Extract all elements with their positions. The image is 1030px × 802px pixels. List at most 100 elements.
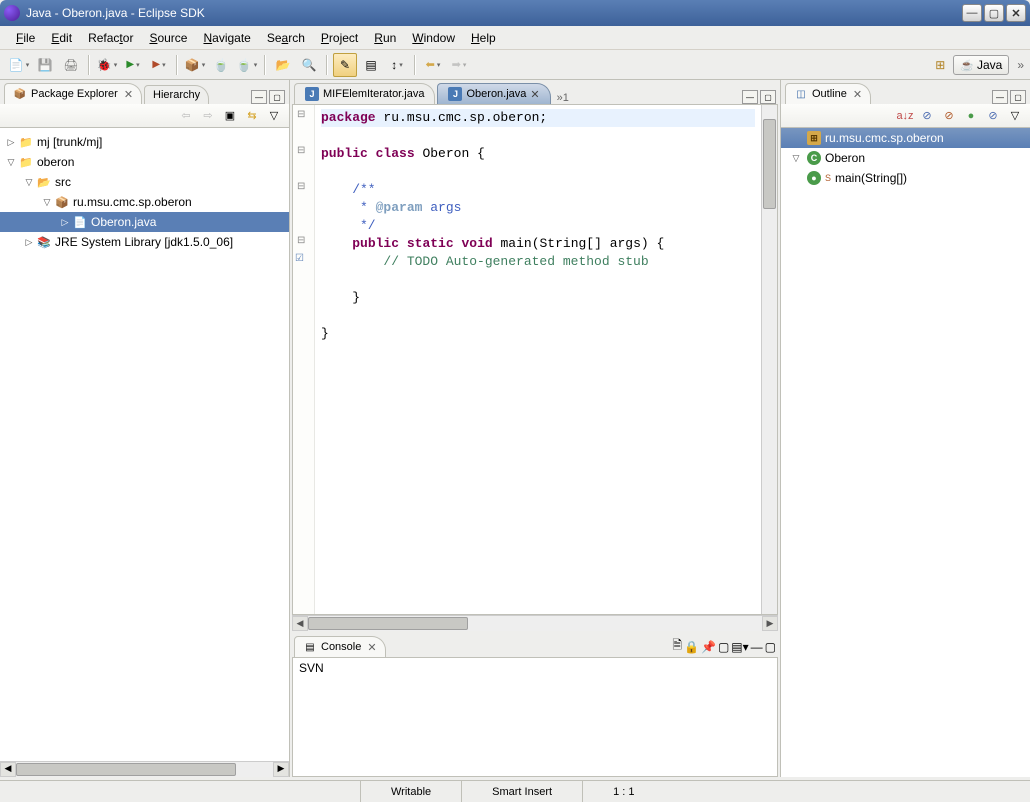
open-type-button[interactable] bbox=[271, 53, 295, 77]
forward-button[interactable] bbox=[447, 53, 471, 77]
fold-minus-icon[interactable]: ⊟ bbox=[297, 145, 309, 157]
code-area[interactable]: package ru.msu.cmc.sp.oberon; public cla… bbox=[315, 105, 761, 614]
menu-run[interactable]: Run bbox=[366, 28, 404, 48]
collapse-all-icon[interactable]: ▣ bbox=[221, 107, 239, 125]
toggle-mark-button[interactable]: ✎ bbox=[333, 53, 357, 77]
menu-navigate[interactable]: Navigate bbox=[195, 28, 258, 48]
console-pin-icon[interactable]: 📌 bbox=[701, 640, 716, 654]
run-external-button[interactable] bbox=[147, 53, 171, 77]
package-explorer-tree[interactable]: ▷📁mj [trunk/mj]▽📁oberon▽📂src▽📦ru.msu.cmc… bbox=[0, 128, 289, 761]
minimize-button[interactable]: — bbox=[962, 4, 982, 22]
task-marker-icon[interactable]: ☑ bbox=[295, 253, 307, 265]
annotation-button[interactable]: ▤ bbox=[359, 53, 383, 77]
console-open-icon[interactable]: ▤▾ bbox=[731, 640, 748, 654]
tab-package-explorer[interactable]: 📦 Package Explorer ✕ bbox=[4, 83, 142, 104]
run-button[interactable] bbox=[121, 53, 145, 77]
hide-local-icon[interactable]: ⊘ bbox=[984, 107, 1002, 125]
new-type-button[interactable] bbox=[209, 53, 233, 77]
tree-node[interactable]: ▷📄Oberon.java bbox=[0, 212, 289, 232]
new-package-button[interactable] bbox=[183, 53, 207, 77]
toolbar-overflow[interactable]: » bbox=[1017, 58, 1024, 72]
tree-node[interactable]: ▽📁oberon bbox=[0, 152, 289, 172]
close-icon[interactable]: ✕ bbox=[124, 88, 133, 101]
editor-gutter[interactable]: ⊟ ⊟ ⊟ ⊟ ☑ bbox=[293, 105, 315, 614]
fold-minus-icon[interactable]: ⊟ bbox=[297, 109, 309, 121]
tab-console[interactable]: ▤ Console ✕ bbox=[294, 636, 386, 657]
maximize-view-button[interactable]: ▢ bbox=[269, 90, 285, 104]
menu-window[interactable]: Window bbox=[404, 28, 463, 48]
v-scrollbar[interactable] bbox=[761, 105, 777, 614]
new-button[interactable] bbox=[7, 53, 31, 77]
code-editor[interactable]: ⊟ ⊟ ⊟ ⊟ ☑ package ru.msu.cmc.sp.oberon; … bbox=[292, 104, 778, 615]
maximize-console-button[interactable]: ▢ bbox=[765, 640, 776, 654]
tree-node[interactable]: ▷📁mj [trunk/mj] bbox=[0, 132, 289, 152]
hide-static-icon[interactable]: ⊘ bbox=[940, 107, 958, 125]
tree-node[interactable]: ▽📂src bbox=[0, 172, 289, 192]
hide-fields-icon[interactable]: ⊘ bbox=[918, 107, 936, 125]
editor-tab-overflow[interactable]: »1 bbox=[557, 92, 569, 104]
menu-edit[interactable]: Edit bbox=[43, 28, 80, 48]
editor-h-scrollbar[interactable]: ◀▶ bbox=[292, 615, 778, 631]
open-perspective-button[interactable] bbox=[928, 53, 952, 77]
console-output[interactable]: SVN bbox=[292, 657, 778, 777]
editor-tab-mifelemiterator[interactable]: J MIFElemIterator.java bbox=[294, 83, 435, 104]
new-class-button[interactable] bbox=[235, 53, 259, 77]
maximize-editor-button[interactable]: ▢ bbox=[760, 90, 776, 104]
expand-arrow-icon[interactable]: ▽ bbox=[22, 177, 36, 188]
close-icon[interactable]: ✕ bbox=[530, 88, 539, 101]
expand-arrow-icon[interactable]: ▽ bbox=[40, 197, 54, 208]
back-button[interactable] bbox=[421, 53, 445, 77]
minimize-outline-button[interactable]: — bbox=[992, 90, 1008, 104]
expand-arrow-icon[interactable]: ▽ bbox=[789, 153, 803, 164]
minimize-console-button[interactable]: — bbox=[751, 640, 763, 654]
sort-icon[interactable]: a↓z bbox=[896, 107, 914, 125]
expand-arrow-icon[interactable]: ▽ bbox=[4, 157, 18, 168]
menu-refactor[interactable]: Refactor bbox=[80, 28, 141, 48]
status-cursor-pos: 1 : 1 bbox=[582, 781, 664, 802]
console-display-icon[interactable]: ▢ bbox=[718, 640, 729, 654]
last-edit-button[interactable]: ↕ bbox=[385, 53, 409, 77]
expand-arrow-icon[interactable]: ▷ bbox=[22, 237, 36, 248]
pkg-icon: ⊞ bbox=[807, 131, 821, 145]
outline-tree[interactable]: ⊞ru.msu.cmc.sp.oberon▽COberon●Smain(Stri… bbox=[781, 128, 1030, 777]
forward-nav-icon[interactable]: ⇨ bbox=[199, 107, 217, 125]
outline-node[interactable]: ●Smain(String[]) bbox=[781, 168, 1030, 188]
view-menu-icon[interactable]: ▽ bbox=[1006, 107, 1024, 125]
menu-project[interactable]: Project bbox=[313, 28, 366, 48]
menu-file[interactable]: File bbox=[8, 28, 43, 48]
close-button[interactable]: ✕ bbox=[1006, 4, 1026, 22]
package-explorer-toolbar: ⇦ ⇨ ▣ ⇆ ▽ bbox=[0, 104, 289, 128]
expand-arrow-icon[interactable]: ▷ bbox=[58, 217, 72, 228]
tree-node[interactable]: ▽📦ru.msu.cmc.sp.oberon bbox=[0, 192, 289, 212]
menu-search[interactable]: Search bbox=[259, 28, 313, 48]
close-icon[interactable]: ✕ bbox=[853, 88, 862, 101]
save-button[interactable] bbox=[33, 53, 57, 77]
view-menu-icon[interactable]: ▽ bbox=[265, 107, 283, 125]
outline-node[interactable]: ▽COberon bbox=[781, 148, 1030, 168]
menu-source[interactable]: Source bbox=[141, 28, 195, 48]
maximize-button[interactable]: ▢ bbox=[984, 4, 1004, 22]
outline-node[interactable]: ⊞ru.msu.cmc.sp.oberon bbox=[781, 128, 1030, 148]
console-clear-icon[interactable]: 🗎 bbox=[672, 636, 682, 657]
fold-minus-icon[interactable]: ⊟ bbox=[297, 181, 309, 193]
debug-button[interactable] bbox=[95, 53, 119, 77]
minimize-view-button[interactable]: — bbox=[251, 90, 267, 104]
menu-help[interactable]: Help bbox=[463, 28, 504, 48]
back-nav-icon[interactable]: ⇦ bbox=[177, 107, 195, 125]
console-scroll-lock-icon[interactable]: 🔒 bbox=[684, 640, 699, 654]
close-icon[interactable]: ✕ bbox=[367, 641, 376, 654]
tab-hierarchy[interactable]: Hierarchy bbox=[144, 85, 209, 104]
expand-arrow-icon[interactable]: ▷ bbox=[4, 137, 18, 148]
tree-node[interactable]: ▷📚JRE System Library [jdk1.5.0_06] bbox=[0, 232, 289, 252]
link-editor-icon[interactable]: ⇆ bbox=[243, 107, 261, 125]
hide-nonpublic-icon[interactable]: ● bbox=[962, 107, 980, 125]
print-button[interactable] bbox=[59, 53, 83, 77]
h-scrollbar[interactable]: ◀ ▶ bbox=[0, 761, 289, 777]
tab-outline[interactable]: ◫ Outline ✕ bbox=[785, 83, 871, 104]
minimize-editor-button[interactable]: — bbox=[742, 90, 758, 104]
editor-tab-oberon[interactable]: J Oberon.java ✕ bbox=[437, 83, 550, 104]
perspective-java[interactable]: Java bbox=[953, 55, 1009, 75]
fold-minus-icon[interactable]: ⊟ bbox=[297, 235, 309, 247]
search-button[interactable] bbox=[297, 53, 321, 77]
maximize-outline-button[interactable]: ▢ bbox=[1010, 90, 1026, 104]
